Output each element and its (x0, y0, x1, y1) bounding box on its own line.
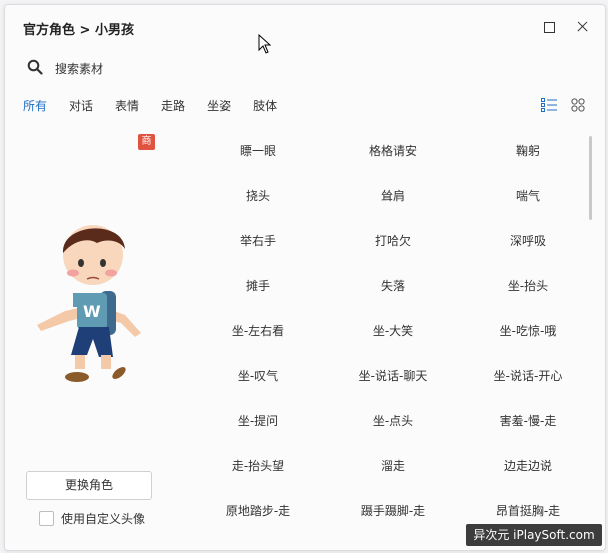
action-item[interactable]: 打哈欠 (327, 232, 459, 249)
change-character-button[interactable]: 更换角色 (26, 471, 152, 500)
action-item[interactable]: 摊手 (192, 277, 324, 294)
action-item[interactable]: 耸肩 (327, 187, 459, 204)
close-icon[interactable] (573, 17, 593, 37)
action-item[interactable]: 蹑手蹑脚-走 (327, 502, 459, 519)
maximize-icon[interactable] (539, 17, 559, 37)
mouse-cursor-icon (258, 34, 272, 54)
tab-expression[interactable]: 表情 (115, 97, 139, 114)
action-item[interactable]: 坐-叹气 (192, 367, 324, 384)
search-placeholder: 搜索素材 (55, 62, 104, 76)
search-icon (27, 59, 43, 75)
tab-limbs[interactable]: 肢体 (253, 97, 277, 114)
action-item[interactable]: 举右手 (192, 232, 324, 249)
scrollbar[interactable] (589, 136, 592, 220)
tab-all[interactable]: 所有 (23, 97, 47, 114)
list-view-icon[interactable] (541, 98, 557, 112)
action-item[interactable]: 坐-左右看 (192, 322, 324, 339)
action-grid: 瞟一眼 格格请安 鞠躬挠头 耸肩 喘气举右手 打哈欠 深呼吸摊手 失落 坐-抬头坐-左右看 坐-大… (190, 137, 590, 547)
grid-view-icon[interactable] (571, 98, 585, 112)
custom-avatar-label: 使用自定义头像 (61, 512, 146, 526)
action-item[interactable]: 坐-大笑 (327, 322, 459, 339)
search-input[interactable]: 搜索素材 (27, 57, 227, 79)
action-item[interactable]: 边走边说 (462, 457, 590, 474)
action-item[interactable]: 坐-抬头 (462, 277, 590, 294)
action-item[interactable]: 原地踏步-走 (192, 502, 324, 519)
action-item[interactable]: 瞟一眼 (192, 142, 324, 159)
action-item[interactable]: 害羞-慢-走 (462, 412, 590, 429)
action-item[interactable]: 鞠躬 (462, 142, 590, 159)
action-item[interactable]: 深呼吸 (462, 232, 590, 249)
action-item[interactable]: 喘气 (462, 187, 590, 204)
dialog-window: 官方角色 > 小男孩 搜索素材 所有 对话 表情 走路 坐姿 肢体 商 W 更换… (4, 4, 606, 551)
action-item[interactable]: 溜走 (327, 457, 459, 474)
action-item[interactable]: 昂首挺胸-走 (462, 502, 590, 519)
action-item[interactable]: 坐-吃惊-哦 (462, 322, 590, 339)
action-item[interactable]: 挠头 (192, 187, 324, 204)
tab-walk[interactable]: 走路 (161, 97, 185, 114)
tab-sit[interactable]: 坐姿 (207, 97, 231, 114)
action-item[interactable]: 格格请安 (327, 142, 459, 159)
commercial-badge: 商 (138, 134, 155, 150)
action-item[interactable]: 坐-说话-开心 (462, 367, 590, 384)
custom-avatar-checkbox[interactable] (39, 511, 54, 526)
action-item[interactable]: 失落 (327, 277, 459, 294)
breadcrumb: 官方角色 > 小男孩 (23, 23, 134, 38)
tab-dialogue[interactable]: 对话 (69, 97, 93, 114)
character-boy-image: W (37, 225, 141, 382)
shirt-letter: W (83, 302, 101, 321)
action-item[interactable]: 坐-说话-聊天 (327, 367, 459, 384)
watermark: 异次元 iPlaySoft.com (466, 524, 602, 546)
action-item[interactable]: 走-抬头望 (192, 457, 324, 474)
category-tabs: 所有 对话 表情 走路 坐姿 肢体 (23, 97, 299, 114)
action-item[interactable]: 坐-提问 (192, 412, 324, 429)
action-item[interactable]: 坐-点头 (327, 412, 459, 429)
